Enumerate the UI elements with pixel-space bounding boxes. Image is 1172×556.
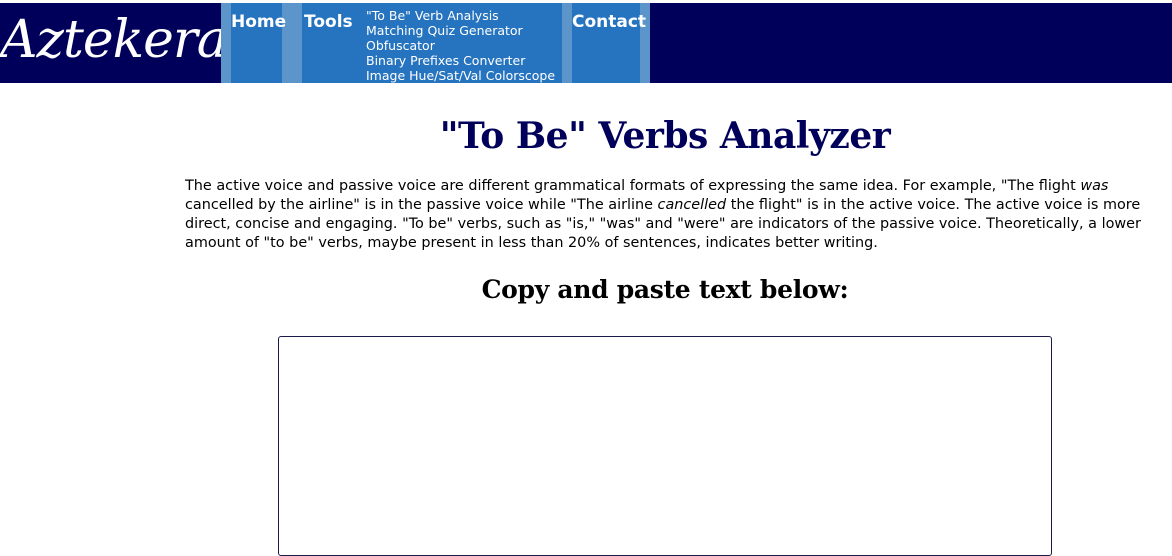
submenu-item-matching-quiz-generator[interactable]: Matching Quiz Generator xyxy=(366,23,555,38)
submenu-item-obfuscator[interactable]: Obfuscator xyxy=(366,38,555,53)
submenu-item-binary-prefixes-converter[interactable]: Binary Prefixes Converter xyxy=(366,53,555,68)
intro-paragraph: The active voice and passive voice are d… xyxy=(185,177,1160,253)
intro-text: cancelled by the airline" is in the pass… xyxy=(185,197,658,213)
site-logo[interactable]: Aztekera xyxy=(0,3,221,83)
submenu-item-to-be-verb-analysis[interactable]: "To Be" Verb Analysis xyxy=(366,8,555,23)
intro-emphasis: cancelled xyxy=(657,197,727,213)
submenu-item-image-colorscope[interactable]: Image Hue/Sat/Val Colorscope xyxy=(366,68,555,83)
tools-submenu: "To Be" Verb Analysis Matching Quiz Gene… xyxy=(366,8,555,83)
page-title: "To Be" Verbs Analyzer xyxy=(439,115,891,157)
nav-contact-link[interactable]: Contact xyxy=(572,12,646,32)
top-navigation-bar: Aztekera Home Tools "To Be" Verb Analysi… xyxy=(0,3,1172,83)
nav-divider xyxy=(292,3,302,83)
input-instruction-heading: Copy and paste text below: xyxy=(481,275,849,304)
nav-tools-link[interactable]: Tools xyxy=(304,12,353,32)
nav-divider xyxy=(221,3,231,83)
nav-divider xyxy=(562,3,572,83)
intro-emphasis: was xyxy=(1080,178,1109,194)
text-input-area[interactable] xyxy=(278,336,1052,556)
nav-home-link[interactable]: Home xyxy=(231,12,286,32)
intro-text: The active voice and passive voice are d… xyxy=(185,178,1081,194)
